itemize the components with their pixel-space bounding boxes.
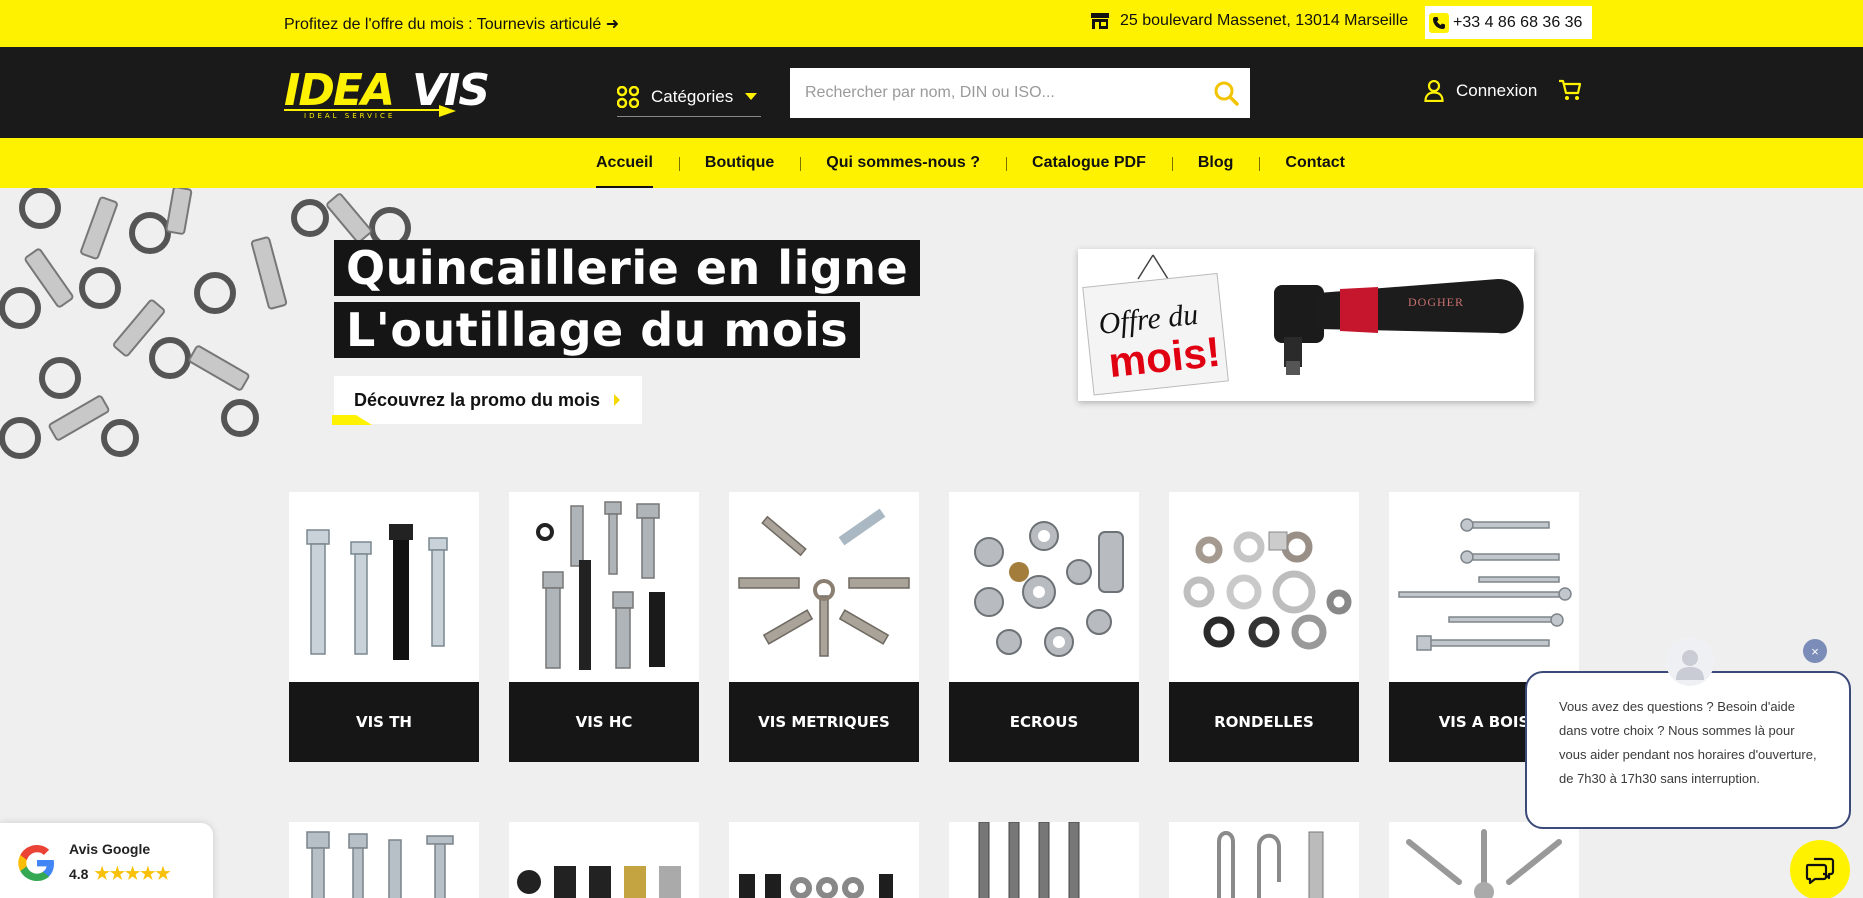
nav-item-accueil[interactable]: Accueil <box>570 138 679 188</box>
promo-cta-button[interactable]: Découvrez la promo du mois <box>332 376 642 425</box>
top-bar: Profitez de l'offre du mois : Tournevis … <box>0 0 1863 47</box>
category-image <box>289 492 479 682</box>
cart-icon <box>1559 79 1582 100</box>
hero-title-line2: L'outillage du mois <box>334 302 861 358</box>
nav-item-about[interactable]: Qui sommes-nous ? <box>800 138 1006 188</box>
category-card[interactable] <box>729 822 919 898</box>
store-address: 25 boulevard Massenet, 13014 Marseille <box>1090 12 1408 30</box>
user-avatar-icon <box>1666 638 1714 686</box>
svg-text:IDEA: IDEA <box>284 67 393 116</box>
category-image <box>949 492 1139 682</box>
google-logo-icon <box>18 845 54 881</box>
chat-message-text: Vous avez des questions ? Besoin d'aide … <box>1559 699 1817 786</box>
category-card-ecrous[interactable]: ECROUS <box>949 492 1139 762</box>
categories-label: Catégories <box>651 86 734 106</box>
category-label: ECROUS <box>949 682 1139 762</box>
arrow-right-icon <box>614 394 621 406</box>
cart-button[interactable] <box>1558 79 1582 106</box>
nav-item-catalogue[interactable]: Catalogue PDF <box>1006 138 1172 188</box>
category-image <box>517 866 681 898</box>
store-icon <box>1091 13 1109 29</box>
chat-icon <box>1805 857 1835 885</box>
login-link[interactable]: Connexion <box>1424 80 1537 102</box>
category-card[interactable] <box>1169 822 1359 898</box>
google-rating: 4.8 ★★★★★ <box>69 864 171 884</box>
google-reviews-badge[interactable]: Avis Google 4.8 ★★★★★ <box>0 823 213 898</box>
search-input[interactable] <box>790 68 1202 118</box>
svg-text:VIS: VIS <box>412 67 488 116</box>
phone-icon <box>1429 12 1449 33</box>
category-image <box>509 492 699 682</box>
caret-down-icon <box>745 92 758 100</box>
nav-item-blog[interactable]: Blog <box>1171 138 1260 188</box>
category-image <box>1169 492 1359 682</box>
main-nav: Accueil Boutique Qui sommes-nous ? Catal… <box>0 138 1863 188</box>
address-text: 25 boulevard Massenet, 13014 Marseille <box>1120 12 1409 29</box>
chat-message-bubble[interactable]: Vous avez des questions ? Besoin d'aide … <box>1525 671 1851 829</box>
hero-title-line1: Quincaillerie en ligne <box>334 240 921 296</box>
category-label: VIS HC <box>509 682 699 762</box>
category-card-vis-th[interactable]: VIS TH <box>289 492 479 762</box>
category-image <box>729 492 919 682</box>
phone-number: +33 4 86 68 36 36 <box>1453 13 1583 31</box>
nav-item-boutique[interactable]: Boutique <box>678 138 800 188</box>
promo-link[interactable]: Profitez de l'offre du mois : Tournevis … <box>284 14 619 34</box>
chat-close-button[interactable]: × <box>1803 639 1827 663</box>
main-header: IDEA VIS IDEAL SERVICE Catégories Connex… <box>0 47 1863 138</box>
search-icon[interactable] <box>1202 68 1250 118</box>
cta-label: Découvrez la promo du mois <box>354 389 601 410</box>
svg-text:IDEAL SERVICE: IDEAL SERVICE <box>304 112 395 119</box>
category-image <box>978 822 1080 898</box>
category-card-vis-metriques[interactable]: VIS METRIQUES <box>729 492 919 762</box>
category-image <box>306 831 454 898</box>
search-bar <box>790 68 1250 118</box>
promo-banner[interactable]: Offre du mois! DOGHER <box>1078 249 1534 401</box>
category-card[interactable] <box>509 822 699 898</box>
login-label: Connexion <box>1456 81 1538 100</box>
chat-avatar <box>1666 638 1714 686</box>
site-logo[interactable]: IDEA VIS IDEAL SERVICE <box>284 65 514 120</box>
category-card-rondelles[interactable]: RONDELLES <box>1169 492 1359 762</box>
star-rating-icon: ★★★★★ <box>94 864 171 883</box>
category-image <box>1217 831 1324 898</box>
categories-dropdown[interactable]: Catégories <box>617 77 761 117</box>
category-card[interactable] <box>1389 822 1579 898</box>
category-card-vis-hc[interactable]: VIS HC <box>509 492 699 762</box>
category-label: VIS METRIQUES <box>729 682 919 762</box>
category-image <box>1406 829 1562 898</box>
category-label: VIS TH <box>289 682 479 762</box>
nav-item-contact[interactable]: Contact <box>1259 138 1371 188</box>
category-image <box>739 874 893 898</box>
category-image <box>1389 492 1579 682</box>
rating-value: 4.8 <box>69 866 89 882</box>
promo-tool-brand: DOGHER <box>1408 295 1464 309</box>
chat-open-button[interactable] <box>1790 840 1850 898</box>
hero-section: Quincaillerie en ligne L'outillage du mo… <box>0 188 1863 488</box>
user-icon <box>1424 80 1444 102</box>
phone-link[interactable]: +33 4 86 68 36 36 <box>1425 6 1593 39</box>
category-label: RONDELLES <box>1169 682 1359 762</box>
category-card[interactable] <box>949 822 1139 898</box>
grid-icon <box>617 85 639 108</box>
category-card[interactable] <box>289 822 479 898</box>
google-reviews-title: Avis Google <box>69 841 151 857</box>
